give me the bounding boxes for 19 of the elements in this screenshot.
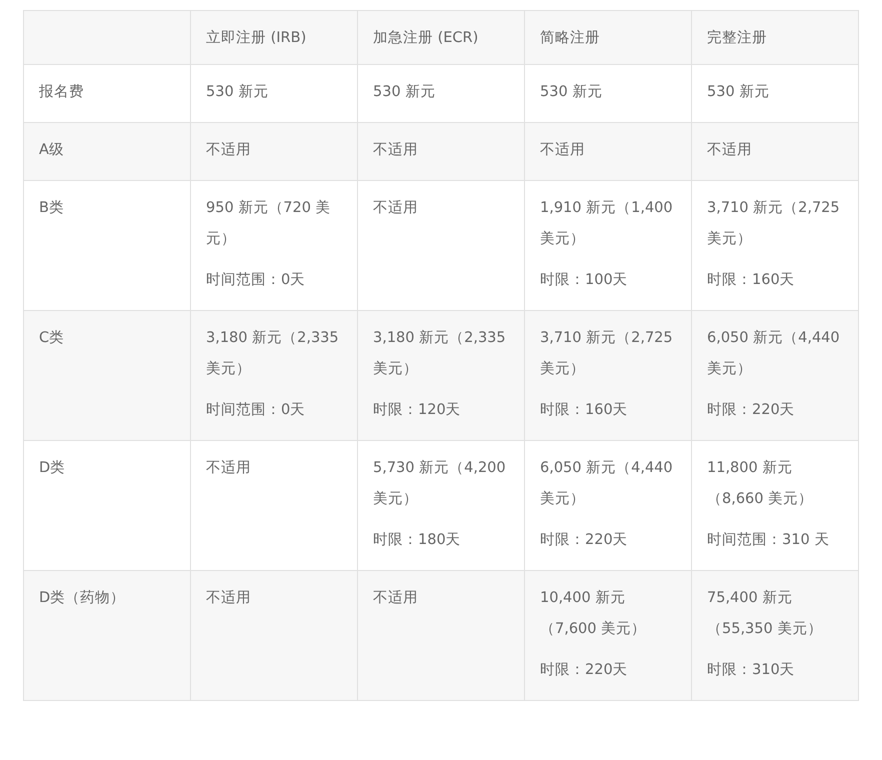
table-cell: 3,710 新元（2,725 美元） 时限：160天 bbox=[524, 310, 692, 440]
row-header: C类 bbox=[24, 310, 190, 440]
row-header: A级 bbox=[24, 122, 190, 180]
column-header: 立即注册 (IRB) bbox=[190, 10, 358, 64]
column-header: 完整注册 bbox=[692, 10, 858, 64]
table-cell: 不适用 bbox=[524, 122, 692, 180]
table-cell: 75,400 新元（55,350 美元） 时限：310天 bbox=[692, 570, 858, 700]
row-header: D类（药物） bbox=[24, 570, 190, 700]
table-cell: 10,400 新元（7,600 美元） 时限：220天 bbox=[524, 570, 692, 700]
table-cell: 不适用 bbox=[358, 122, 524, 180]
table-cell: 3,180 新元（2,335 美元） 时限：120天 bbox=[358, 310, 524, 440]
table-cell: 3,180 新元（2,335 美元） 时间范围：0天 bbox=[190, 310, 358, 440]
table-cell: 不适用 bbox=[692, 122, 858, 180]
table-cell: 不适用 bbox=[190, 570, 358, 700]
table-cell: 不适用 bbox=[358, 570, 524, 700]
column-header: 简略注册 bbox=[524, 10, 692, 64]
column-header: 加急注册 (ECR) bbox=[358, 10, 524, 64]
table-cell: 不适用 bbox=[190, 122, 358, 180]
table-cell: 6,050 新元（4,440 美元） 时限：220天 bbox=[692, 310, 858, 440]
